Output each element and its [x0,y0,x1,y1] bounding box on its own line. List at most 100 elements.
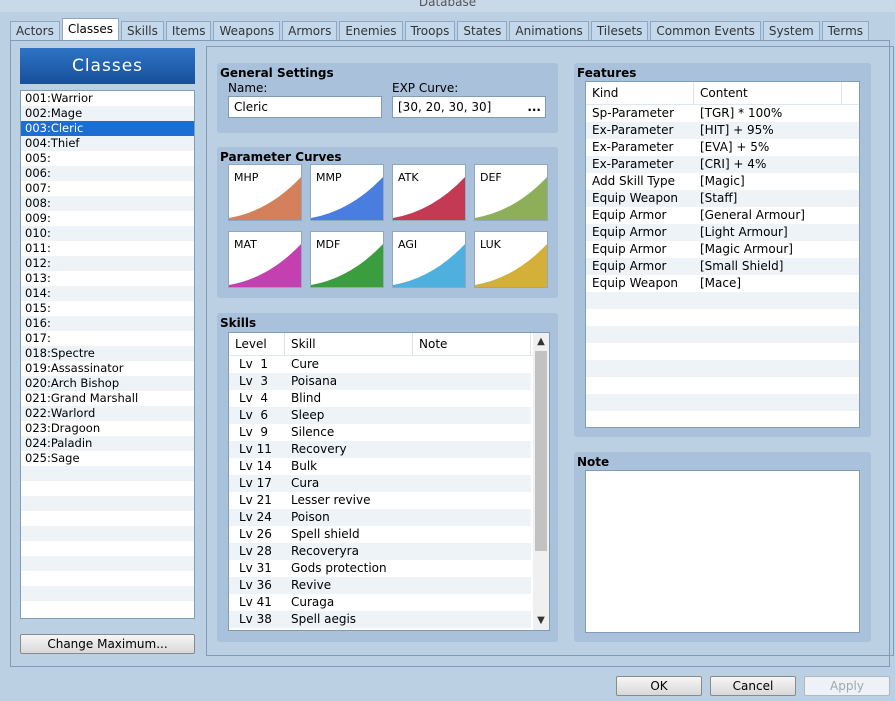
features-table-row[interactable]: Equip Armor [Light Armour] [586,224,859,241]
skills-table-row[interactable]: Lv 28 Recoveryra [229,543,531,560]
skills-col-level[interactable]: Level [229,333,285,355]
class-list-item[interactable]: 012: [21,256,194,271]
class-list-item[interactable]: 003:Cleric [21,121,194,136]
skills-table-row[interactable]: Lv 14 Bulk [229,458,531,475]
features-table-row[interactable] [586,377,859,394]
features-table-row[interactable] [586,360,859,377]
class-list-item[interactable]: 016: [21,316,194,331]
features-table-row[interactable]: Equip Armor [General Armour] [586,207,859,224]
class-list-item[interactable]: 018:Spectre [21,346,194,361]
skills-table-row[interactable]: Lv 41 Curaga [229,594,531,611]
skills-table-row[interactable]: Lv 24 Poison [229,509,531,526]
curve-mhp[interactable]: MHP [228,164,302,221]
class-list-item[interactable] [21,571,194,586]
ok-button[interactable]: OK [616,676,702,696]
tab-weapons[interactable]: Weapons [213,21,281,40]
skills-table-row[interactable]: Lv 3 Poisana [229,373,531,390]
exp-curve-edit-button[interactable]: ... [527,97,541,117]
class-list-item[interactable]: 010: [21,226,194,241]
features-table-row[interactable]: Add Skill Type [Magic] [586,173,859,190]
skills-table-row[interactable]: Lv 9 Silence [229,424,531,441]
scroll-down-icon[interactable]: ▼ [533,613,549,629]
curve-mdf[interactable]: MDF [310,231,384,288]
name-input[interactable]: Cleric [228,96,382,118]
tab-system[interactable]: System [762,21,820,40]
features-col-content[interactable]: Content [694,82,842,104]
features-table[interactable]: Kind Content Sp-Parameter [TGR] * 100% Ex-… [585,81,860,428]
class-list-item[interactable]: 013: [21,271,194,286]
class-list-item[interactable] [21,466,194,481]
tab-items[interactable]: Items [165,21,212,40]
class-list-item[interactable]: 023:Dragoon [21,421,194,436]
class-list-item[interactable]: 011: [21,241,194,256]
tab-armors[interactable]: Armors [282,21,338,40]
tab-states[interactable]: States [457,21,508,40]
tab-tilesets[interactable]: Tilesets [590,21,649,40]
skills-col-note[interactable]: Note [413,333,531,355]
class-list-item[interactable]: 002:Mage [21,106,194,121]
features-table-row[interactable]: Equip Weapon [Mace] [586,275,859,292]
class-list[interactable]: 001:Warrior 002:Mage 003:Cleric 004:Thief 00… [20,90,195,619]
tab-troops[interactable]: Troops [404,21,456,40]
class-list-item[interactable]: 025:Sage [21,451,194,466]
class-list-item[interactable]: 014: [21,286,194,301]
skills-col-skill[interactable]: Skill [285,333,413,355]
features-table-row[interactable] [586,326,859,343]
features-table-row[interactable]: Equip Weapon [Staff] [586,190,859,207]
skills-scroll-thumb[interactable] [535,351,547,551]
skills-table-row[interactable]: Lv 4 Blind [229,390,531,407]
features-col-kind[interactable]: Kind [586,82,694,104]
skills-table-row[interactable]: Lv 38 Spell aegis [229,611,531,628]
class-list-item[interactable]: 004:Thief [21,136,194,151]
class-list-item[interactable] [21,496,194,511]
skills-table-row[interactable]: Lv 21 Lesser revive [229,492,531,509]
class-list-item[interactable] [21,541,194,556]
curve-atk[interactable]: ATK [392,164,466,221]
class-list-item[interactable]: 022:Warlord [21,406,194,421]
class-list-item[interactable]: 015: [21,301,194,316]
features-table-row[interactable]: Equip Armor [Small Shield] [586,258,859,275]
scroll-up-icon[interactable]: ▲ [533,334,549,350]
features-table-row[interactable] [586,309,859,326]
tab-terms[interactable]: Terms [821,21,870,40]
features-table-row[interactable]: Equip Armor [Magic Armour] [586,241,859,258]
curve-mat[interactable]: MAT [228,231,302,288]
class-list-item[interactable] [21,556,194,571]
features-table-row[interactable]: Ex-Parameter [EVA] + 5% [586,139,859,156]
apply-button[interactable]: Apply [804,676,890,696]
class-list-item[interactable]: 019:Assassinator [21,361,194,376]
tab-actors[interactable]: Actors [10,21,60,40]
skills-table-row[interactable]: Lv 11 Recovery [229,441,531,458]
class-list-item[interactable]: 001:Warrior [21,91,194,106]
features-table-row[interactable]: Sp-Parameter [TGR] * 100% [586,105,859,122]
class-list-item[interactable]: 005: [21,151,194,166]
class-list-item[interactable] [21,586,194,601]
features-table-row[interactable]: Ex-Parameter [CRI] + 4% [586,156,859,173]
features-table-row[interactable]: Ex-Parameter [HIT] + 95% [586,122,859,139]
curve-luk[interactable]: LUK [474,231,548,288]
tab-skills[interactable]: Skills [121,21,164,40]
curve-def[interactable]: DEF [474,164,548,221]
class-list-item[interactable]: 020:Arch Bishop [21,376,194,391]
class-list-item[interactable] [21,481,194,496]
skills-table-row[interactable]: Lv 31 Gods protection [229,560,531,577]
change-maximum-button[interactable]: Change Maximum... [20,634,195,654]
features-table-row[interactable] [586,343,859,360]
curve-agi[interactable]: AGI [392,231,466,288]
features-table-row[interactable] [586,292,859,309]
class-list-item[interactable]: 009: [21,211,194,226]
features-table-row[interactable] [586,394,859,411]
tab-enemies[interactable]: Enemies [339,21,403,40]
class-list-item[interactable]: 017: [21,331,194,346]
tab-classes[interactable]: Classes [61,18,120,40]
skills-table-row[interactable]: Lv 36 Revive [229,577,531,594]
class-list-item[interactable] [21,526,194,541]
class-list-item[interactable]: 024:Paladin [21,436,194,451]
class-list-item[interactable]: 008: [21,196,194,211]
class-list-item[interactable]: 006: [21,166,194,181]
class-list-item[interactable]: 021:Grand Marshall [21,391,194,406]
tab-common-events[interactable]: Common Events [650,21,761,40]
skills-table[interactable]: Level Skill Note Lv 1 Cure Lv 3 Poisana Lv 4… [228,332,550,631]
features-table-row[interactable] [586,411,859,427]
skills-table-row[interactable]: Lv 6 Sleep [229,407,531,424]
